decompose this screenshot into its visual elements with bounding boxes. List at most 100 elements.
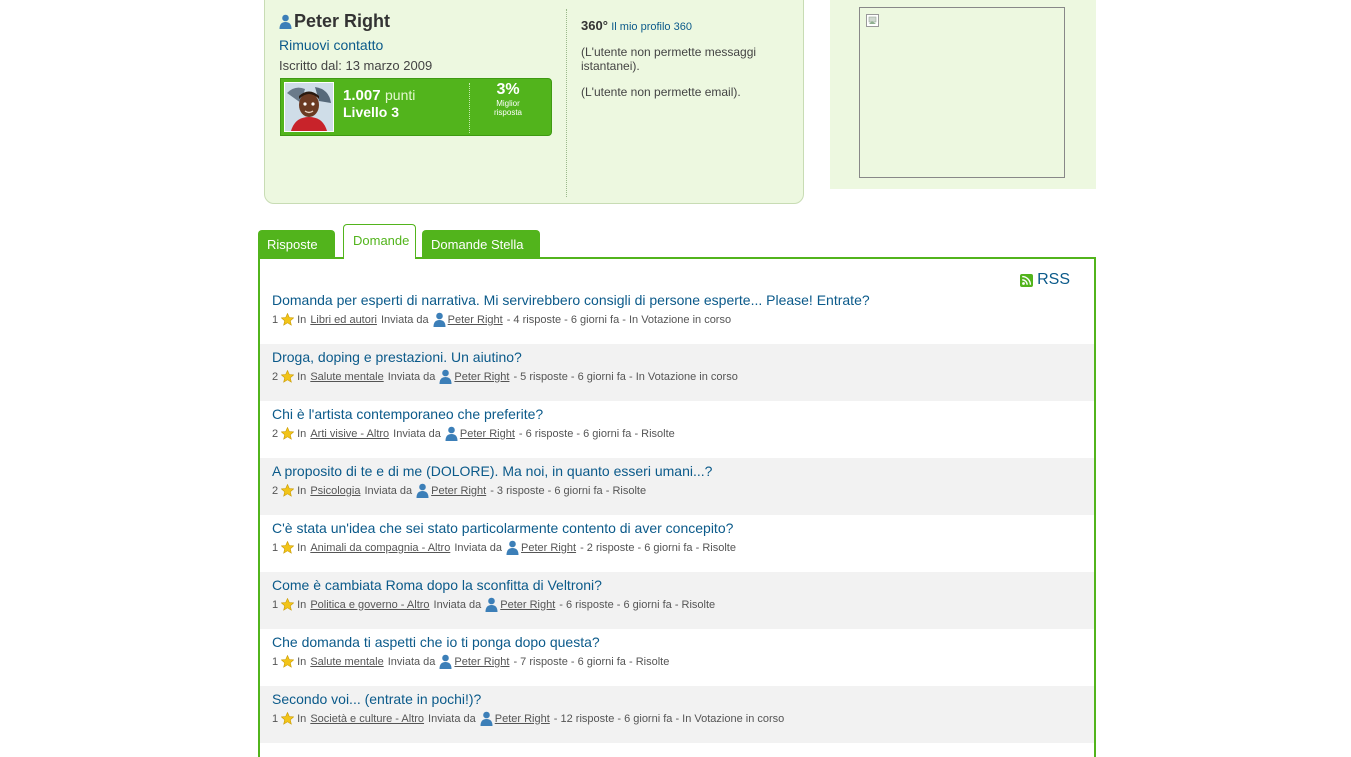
star-count: 2 (272, 484, 279, 497)
star-count: 1 (272, 655, 279, 668)
user-link[interactable]: Peter Right (460, 428, 515, 440)
user-icon (485, 597, 498, 612)
category-link[interactable]: Animali da compagnia - Altro (310, 542, 450, 554)
in-label: In (297, 313, 307, 326)
question-title[interactable]: A proposito di te e di me (DOLORE). Ma n… (272, 463, 1094, 479)
user-link[interactable]: Peter Right (521, 542, 576, 554)
points-value: 1.007 (343, 87, 381, 104)
profile-contact-info: 360° Il mio profilo 360 (L'utente non pe… (581, 18, 791, 99)
remove-contact-link[interactable]: Rimuovi contatto (279, 37, 559, 53)
user-icon (506, 540, 519, 555)
p360-link[interactable]: Il mio profilo 360 (611, 21, 692, 33)
profile-card: Peter Right Rimuovi contatto Iscritto da… (264, 0, 804, 204)
question-stats: - 4 risposte - 6 giorni fa - In Votazion… (506, 313, 732, 326)
user-icon (279, 14, 292, 29)
in-label: In (297, 655, 307, 668)
star-count: 1 (272, 541, 279, 554)
sent-by-label: Inviata da (393, 427, 441, 440)
user-link[interactable]: Peter Right (454, 371, 509, 383)
star-icon[interactable] (281, 655, 295, 668)
question-title[interactable]: Chi è l'artista contemporaneo che prefer… (272, 406, 1094, 422)
question-stats: - 6 risposte - 6 giorni fa - Risolte (559, 598, 716, 611)
user-icon (439, 654, 452, 669)
level-label: Livello 3 (343, 104, 400, 120)
question-stats: - 7 risposte - 6 giorni fa - Risolte (513, 655, 670, 668)
user-icon (480, 711, 493, 726)
in-label: In (297, 484, 307, 497)
question-meta: 2 In Arti visive - Altro Inviata da Pete… (272, 426, 1094, 441)
question-title[interactable]: Droga, doping e prestazioni. Un aiutino? (272, 349, 1094, 365)
in-label: In (297, 427, 307, 440)
category-link[interactable]: Società e culture - Altro (310, 713, 424, 725)
category-link[interactable]: Salute mentale (310, 656, 383, 668)
star-count: 2 (272, 427, 279, 440)
star-count: 2 (272, 370, 279, 383)
notice-messages: (L'utente non permette messaggi istantan… (581, 45, 757, 73)
question-stats: - 6 risposte - 6 giorni fa - Risolte (518, 427, 675, 440)
profile-separator (566, 9, 567, 197)
tab-risposte[interactable]: Risposte (258, 230, 335, 258)
question-stats: - 5 risposte - 6 giorni fa - In Votazion… (513, 370, 738, 383)
question-stats: - 12 risposte - 6 giorni fa - In Votazio… (553, 712, 785, 725)
question-stats: - 2 risposte - 6 giorni fa - Risolte (580, 541, 736, 554)
sent-by-label: Inviata da (387, 370, 436, 383)
category-link[interactable]: Psicologia (310, 485, 360, 497)
star-count: 1 (272, 712, 279, 725)
question-title[interactable]: Secondo voi... (entrate in pochi!)? (272, 691, 1094, 707)
in-label: In (297, 541, 307, 554)
question-row: Droga, doping e prestazioni. Un aiutino?… (260, 344, 1094, 401)
question-row: Che domanda ti aspetti che io ti ponga d… (260, 629, 1094, 686)
broken-image-icon (866, 14, 879, 27)
user-icon (439, 369, 452, 384)
star-icon[interactable] (281, 598, 295, 611)
question-title[interactable]: C'è stata un'idea che sei stato particol… (272, 520, 1094, 536)
question-meta: 1 In Animali da compagnia - Altro Inviat… (272, 540, 1094, 555)
question-meta: 1 In Salute mentale Inviata da Peter Rig… (272, 654, 1094, 669)
question-row: Domanda per esperti di narrativa. Mi ser… (260, 287, 1094, 344)
profile-name: Peter Right (279, 11, 559, 32)
profile-360: 360° Il mio profilo 360 (581, 18, 791, 33)
question-title[interactable]: Domanda per esperti di narrativa. Mi ser… (272, 292, 1094, 308)
star-icon[interactable] (281, 484, 295, 497)
star-icon[interactable] (281, 313, 295, 326)
question-row: A proposito di te e di me (DOLORE). Ma n… (260, 458, 1094, 515)
user-link[interactable]: Peter Right (454, 656, 509, 668)
ad-panel (830, 0, 1096, 189)
star-icon[interactable] (281, 427, 295, 440)
star-icon[interactable] (281, 541, 295, 554)
best-answer-label-1: Miglior (496, 99, 520, 108)
sent-by-label: Inviata da (380, 313, 429, 326)
star-count: 1 (272, 598, 279, 611)
user-link[interactable]: Peter Right (495, 713, 550, 725)
ad-frame[interactable] (859, 7, 1065, 178)
tab-domande-stella[interactable]: Domande Stella (422, 230, 540, 258)
user-link[interactable]: Peter Right (431, 485, 486, 497)
avatar-image (285, 83, 333, 131)
category-link[interactable]: Salute mentale (310, 371, 383, 383)
user-link[interactable]: Peter Right (448, 314, 503, 326)
avatar[interactable] (284, 82, 334, 132)
category-link[interactable]: Arti visive - Altro (310, 428, 389, 440)
best-answer-stat: 3% Miglior risposta (477, 81, 539, 117)
tab-domande[interactable]: Domande (343, 224, 416, 259)
sent-by-label: Inviata da (428, 712, 476, 725)
user-link[interactable]: Peter Right (500, 599, 555, 611)
question-row: Secondo voi... (entrate in pochi!)? 1 In… (260, 686, 1094, 743)
rss-icon (1020, 273, 1034, 287)
profile-info: Peter Right Rimuovi contatto Iscritto da… (279, 11, 559, 73)
points-divider (469, 83, 470, 133)
question-meta: 1 In Politica e governo - Altro Inviata … (272, 597, 1094, 612)
question-title[interactable]: Che domanda ti aspetti che io ti ponga d… (272, 634, 1094, 650)
question-meta: 1 In Libri ed autori Inviata da Peter Ri… (272, 312, 1094, 327)
in-label: In (297, 370, 307, 383)
star-icon[interactable] (281, 712, 295, 725)
question-meta: 2 In Psicologia Inviata da Peter Right -… (272, 483, 1094, 498)
category-link[interactable]: Libri ed autori (310, 314, 377, 326)
user-icon (445, 426, 458, 441)
category-link[interactable]: Politica e governo - Altro (310, 599, 429, 611)
sent-by-label: Inviata da (433, 598, 482, 611)
question-list: Domanda per esperti di narrativa. Mi ser… (260, 287, 1094, 743)
question-title[interactable]: Come è cambiata Roma dopo la sconfitta d… (272, 577, 1094, 593)
question-meta: 2 In Salute mentale Inviata da Peter Rig… (272, 369, 1094, 384)
star-icon[interactable] (281, 370, 295, 383)
